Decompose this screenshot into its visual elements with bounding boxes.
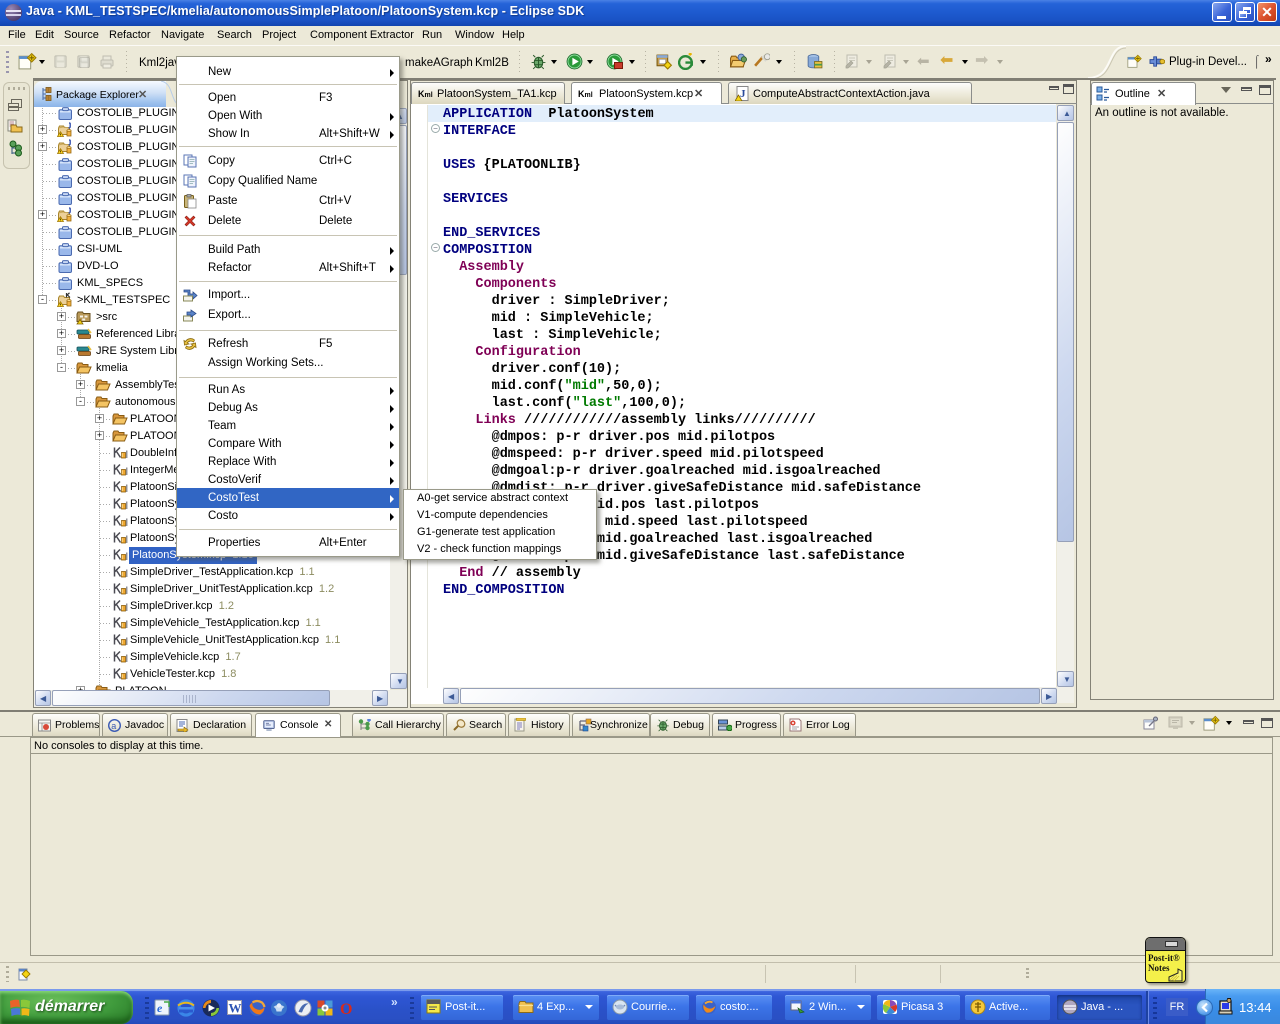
svg-text:J: J (740, 88, 746, 100)
svg-text:e: e (157, 1001, 163, 1015)
svg-text:a: a (111, 721, 116, 731)
svg-text:O: O (340, 1001, 352, 1017)
svg-text:W: W (229, 1001, 242, 1016)
